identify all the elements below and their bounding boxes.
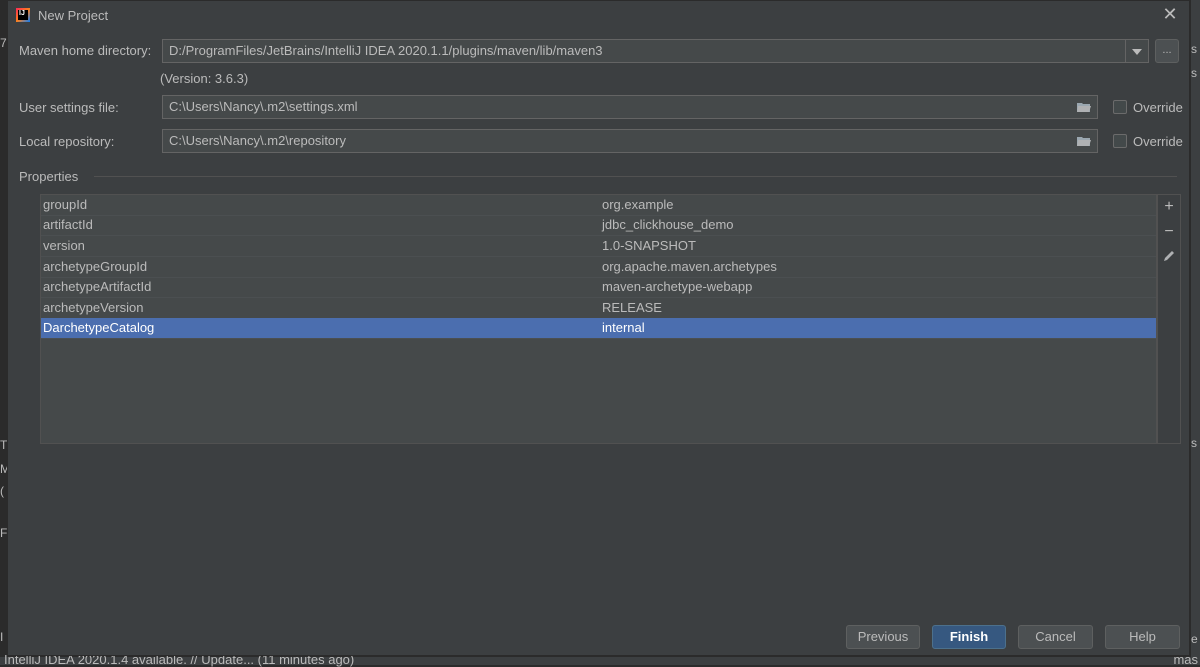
repository-override-label[interactable]: Override (1133, 134, 1183, 149)
property-value: 1.0-SNAPSHOT (602, 238, 696, 253)
repository-override-checkbox[interactable] (1113, 134, 1127, 148)
maven-home-label: Maven home directory: (19, 43, 152, 58)
cancel-button[interactable]: Cancel (1018, 625, 1093, 649)
previous-button[interactable]: Previous (846, 625, 920, 649)
background-ide-right: s s s e (1191, 0, 1200, 665)
properties-toolbar: + − (1157, 194, 1181, 444)
properties-label: Properties (19, 169, 79, 184)
edit-icon[interactable] (1161, 249, 1177, 265)
dialog-title: New Project (38, 8, 109, 23)
property-key: archetypeArtifactId (43, 279, 152, 294)
table-row-selected[interactable]: DarchetypeCatalog internal (41, 318, 1156, 339)
table-row[interactable]: artifactId jdbc_clickhouse_demo (41, 215, 1156, 236)
bg-char: s (1191, 66, 1197, 80)
bg-char: ( (0, 484, 4, 498)
intellij-idea-icon: IJ (16, 8, 30, 22)
table-row[interactable]: archetypeGroupId org.apache.maven.archet… (41, 257, 1156, 278)
property-key: DarchetypeCatalog (43, 320, 155, 335)
folder-icon[interactable] (1077, 136, 1091, 146)
bg-char: 7 (0, 36, 7, 50)
property-value: jdbc_clickhouse_demo (602, 217, 734, 232)
property-key: groupId (43, 197, 88, 212)
bg-char: s (1191, 436, 1197, 450)
table-row[interactable]: groupId org.example (41, 195, 1156, 216)
chevron-down-icon[interactable] (1125, 40, 1148, 62)
property-value: RELEASE (602, 300, 662, 315)
property-value: maven-archetype-webapp (602, 279, 753, 294)
dialog-title-bar[interactable]: IJ New Project ✕ (8, 1, 1189, 29)
remove-icon[interactable]: − (1161, 224, 1177, 240)
settings-override-checkbox[interactable] (1113, 100, 1127, 114)
local-repository-field[interactable]: C:\Users\Nancy\.m2\repository (162, 129, 1098, 153)
table-row[interactable]: version 1.0-SNAPSHOT (41, 236, 1156, 257)
bg-char: s (1191, 42, 1197, 56)
add-icon[interactable]: + (1161, 199, 1177, 215)
new-project-dialog: IJ New Project ✕ Maven home directory: D… (7, 0, 1190, 656)
local-repository-label: Local repository: (19, 134, 115, 149)
ide-status-bar: IntelliJ IDEA 2020.1.4 available. // Upd… (0, 652, 1200, 667)
property-key: artifactId (43, 217, 93, 232)
finish-button[interactable]: Finish (932, 625, 1006, 649)
table-row[interactable]: archetypeArtifactId maven-archetype-weba… (41, 277, 1156, 298)
maven-version-text: (Version: 3.6.3) (160, 71, 249, 86)
pencil-icon (1164, 251, 1174, 261)
property-value: org.example (602, 197, 674, 212)
folder-icon[interactable] (1077, 102, 1091, 112)
property-key: archetypeGroupId (43, 259, 148, 274)
close-icon[interactable]: ✕ (1161, 5, 1179, 23)
table-row[interactable]: archetypeVersion RELEASE (41, 298, 1156, 319)
maven-home-combo[interactable]: D:/ProgramFiles/JetBrains/IntelliJ IDEA … (162, 39, 1149, 63)
user-settings-label: User settings file: (19, 100, 119, 115)
help-button[interactable]: Help (1105, 625, 1180, 649)
property-key: version (43, 238, 85, 253)
maven-home-value: D:/ProgramFiles/JetBrains/IntelliJ IDEA … (169, 43, 603, 58)
user-settings-value: C:\Users\Nancy\.m2\settings.xml (169, 99, 358, 114)
maven-home-browse-button[interactable]: ... (1155, 39, 1179, 63)
bg-char: I (0, 630, 4, 644)
local-repository-value: C:\Users\Nancy\.m2\repository (169, 133, 346, 148)
property-value: org.apache.maven.archetypes (602, 259, 777, 274)
bg-char: e (1191, 632, 1198, 646)
property-key: archetypeVersion (43, 300, 144, 315)
properties-table[interactable]: groupId org.example artifactId jdbc_clic… (40, 194, 1157, 444)
user-settings-field[interactable]: C:\Users\Nancy\.m2\settings.xml (162, 95, 1098, 119)
settings-override-label[interactable]: Override (1133, 100, 1183, 115)
properties-separator (94, 176, 1177, 177)
property-value: internal (602, 320, 645, 335)
